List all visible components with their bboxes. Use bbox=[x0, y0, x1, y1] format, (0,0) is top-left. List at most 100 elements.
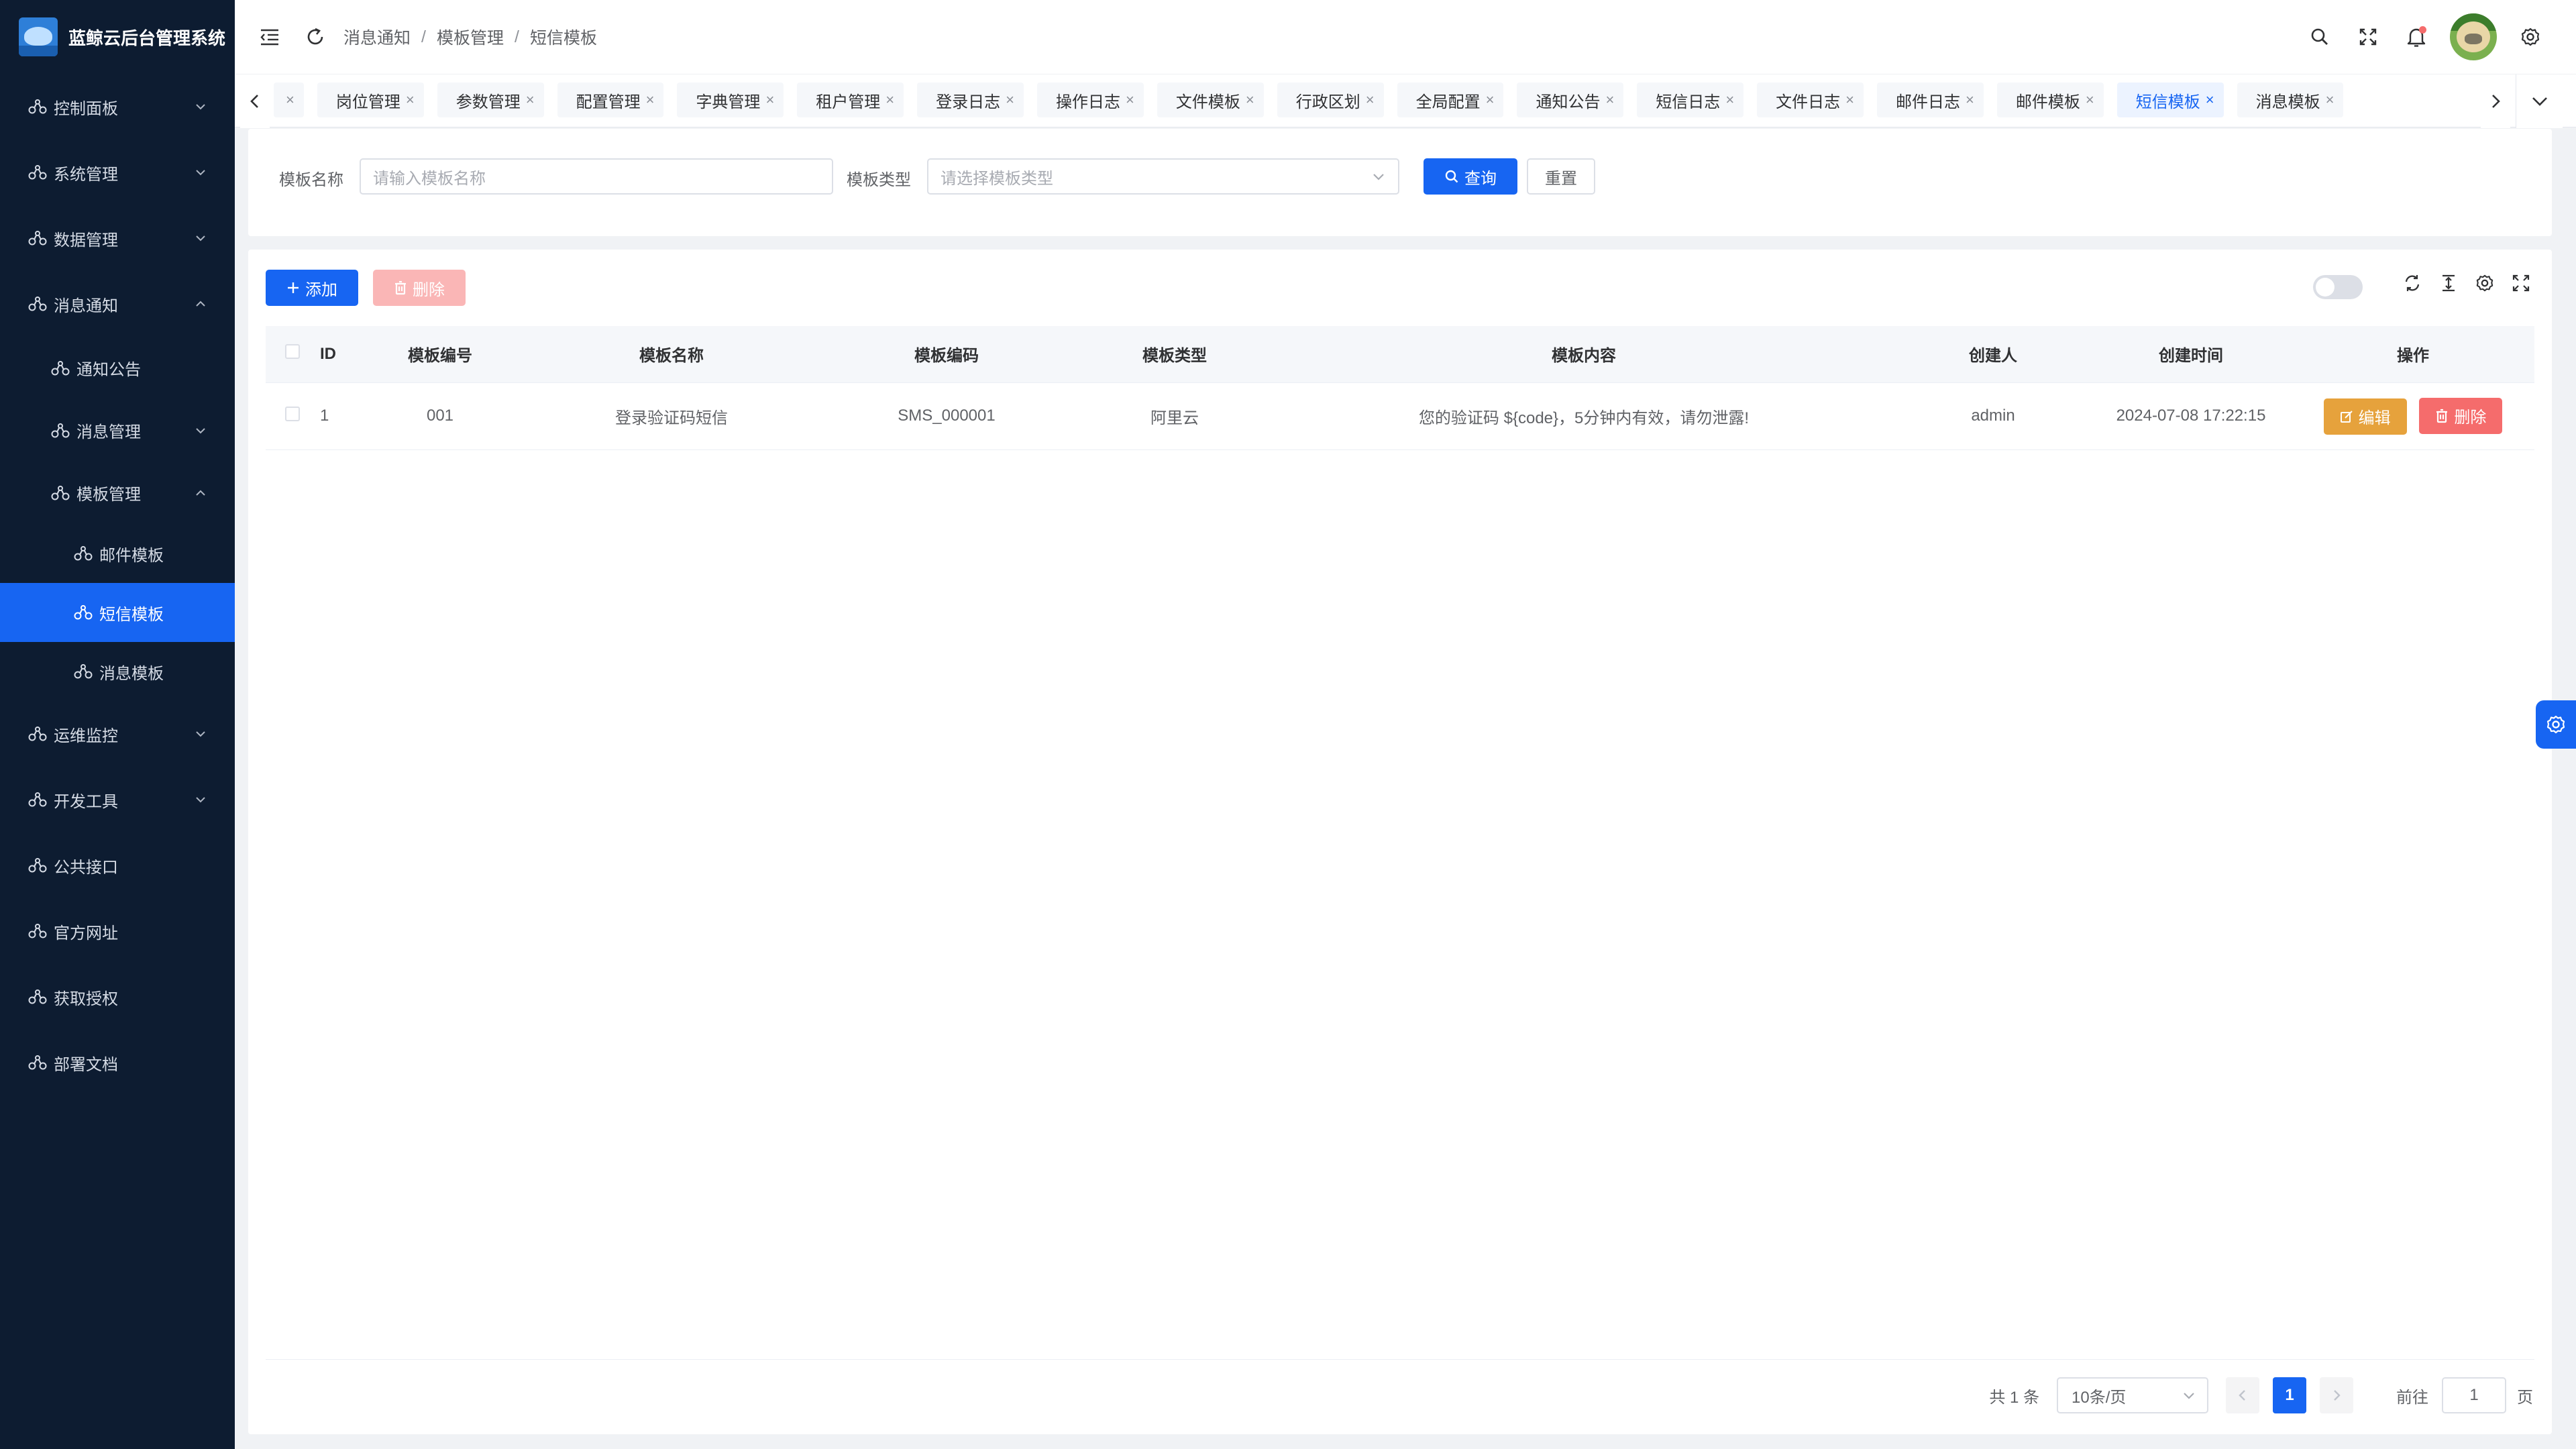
settings-gear-icon[interactable] bbox=[2517, 23, 2544, 50]
close-icon[interactable]: × bbox=[2086, 91, 2094, 109]
next-page-button[interactable] bbox=[2320, 1377, 2353, 1413]
col-template-name: 模板名称 bbox=[527, 326, 816, 383]
breadcrumb-item[interactable]: 模板管理 bbox=[437, 25, 504, 49]
col-created-time: 创建时间 bbox=[2090, 326, 2292, 383]
template-type-label: 模板类型 bbox=[847, 171, 911, 189]
close-icon[interactable]: × bbox=[286, 91, 294, 109]
collapse-menu-icon[interactable] bbox=[256, 23, 283, 50]
select-all-checkbox[interactable] bbox=[266, 326, 319, 383]
tab[interactable]: 全局配置 × bbox=[1397, 83, 1504, 117]
sidebar-item[interactable]: 模板管理 bbox=[0, 462, 235, 524]
tabs-scroll-right-icon[interactable] bbox=[2481, 74, 2510, 128]
sidebar-item[interactable]: 短信模板 bbox=[0, 583, 235, 642]
add-button[interactable]: 添加 bbox=[266, 270, 358, 306]
tab[interactable]: 消息模板 × bbox=[2237, 83, 2344, 117]
close-icon[interactable]: × bbox=[1246, 91, 1254, 109]
sidebar-item[interactable]: 官方网址 bbox=[0, 898, 235, 964]
tab[interactable]: 字典管理 × bbox=[677, 83, 784, 117]
sidebar-item[interactable]: 获取授权 bbox=[0, 964, 235, 1030]
tab[interactable]: 邮件模板 × bbox=[1996, 83, 2104, 117]
sidebar-item[interactable]: 数据管理 bbox=[0, 205, 235, 271]
close-icon[interactable]: × bbox=[1966, 91, 1974, 109]
template-type-select[interactable]: 请选择模板类型 bbox=[927, 158, 1399, 195]
close-icon[interactable]: × bbox=[1486, 91, 1495, 109]
tabs-bar: × 岗位管理 × 参数管理 × 配置管理 × 字典管理 × 租户管理 × 登录日志 × 操作日志 × 文件模板… bbox=[235, 74, 2576, 128]
tab[interactable]: 配置管理 × bbox=[557, 83, 664, 117]
close-icon[interactable]: × bbox=[1006, 91, 1014, 109]
batch-delete-button[interactable]: 删除 bbox=[373, 270, 466, 306]
page-size-select[interactable]: 10条/页 bbox=[2057, 1377, 2208, 1413]
close-icon[interactable]: × bbox=[765, 91, 774, 109]
reset-button[interactable]: 重置 bbox=[1527, 158, 1595, 195]
close-icon[interactable]: × bbox=[885, 91, 894, 109]
notification-bell-icon[interactable] bbox=[2403, 23, 2430, 50]
sidebar-item[interactable]: 部署文档 bbox=[0, 1030, 235, 1095]
menu-bicycle-icon bbox=[51, 359, 70, 378]
cell-creator: admin bbox=[1896, 382, 2090, 450]
menu-bicycle-icon bbox=[28, 229, 47, 248]
delete-button[interactable]: 删除 bbox=[2419, 397, 2503, 434]
breadcrumb-item[interactable]: 消息通知 bbox=[343, 25, 411, 49]
edit-button[interactable]: 编辑 bbox=[2323, 398, 2407, 435]
cell-operations: 编辑 删除 bbox=[2292, 382, 2534, 450]
query-button[interactable]: 查询 bbox=[1424, 158, 1517, 195]
cell-template-code: SMS_000001 bbox=[816, 382, 1077, 450]
sidebar-item[interactable]: 公共接口 bbox=[0, 833, 235, 898]
tabs-dropdown-icon[interactable] bbox=[2516, 74, 2563, 128]
tabs-scroll-left-icon[interactable] bbox=[240, 74, 270, 128]
close-icon[interactable]: × bbox=[526, 91, 535, 109]
logo-area[interactable]: 蓝鲸云后台管理系统 bbox=[0, 0, 235, 74]
column-height-icon[interactable] bbox=[2435, 270, 2462, 297]
row-checkbox[interactable] bbox=[266, 382, 319, 450]
close-icon[interactable]: × bbox=[1126, 91, 1134, 109]
tab[interactable]: 文件日志 × bbox=[1757, 83, 1864, 117]
close-icon[interactable]: × bbox=[406, 91, 415, 109]
goto-page-input[interactable]: 1 bbox=[2442, 1377, 2506, 1413]
sidebar-item[interactable]: 消息模板 bbox=[0, 642, 235, 701]
close-icon[interactable]: × bbox=[2326, 91, 2334, 109]
sidebar-item[interactable]: 邮件模板 bbox=[0, 524, 235, 583]
template-name-input[interactable]: 请输入模板名称 bbox=[360, 158, 833, 195]
sidebar-item[interactable]: 通知公告 bbox=[0, 337, 235, 399]
close-icon[interactable]: × bbox=[1605, 91, 1614, 109]
fullscreen-icon[interactable] bbox=[2355, 23, 2381, 50]
sidebar-item-label: 数据管理 bbox=[54, 231, 118, 250]
theme-settings-icon[interactable] bbox=[2536, 700, 2576, 749]
tab[interactable]: 登录日志 × bbox=[917, 83, 1024, 117]
tab[interactable]: 短信日志 × bbox=[1637, 83, 1744, 117]
header-actions bbox=[2285, 13, 2544, 60]
sidebar-item[interactable]: 消息管理 bbox=[0, 399, 235, 462]
tab[interactable]: 岗位管理 × bbox=[317, 83, 424, 117]
prev-page-button[interactable] bbox=[2226, 1377, 2259, 1413]
close-icon[interactable]: × bbox=[1845, 91, 1854, 109]
sidebar-menu: 控制面板 系统管理数据管理消息通知 通知公告 消息管理 模板管理 邮件模板 短信模板 消息模板… bbox=[0, 74, 235, 1095]
tab[interactable]: 参数管理 × bbox=[437, 83, 544, 117]
column-settings-icon[interactable] bbox=[2471, 270, 2498, 297]
sidebar-item[interactable]: 控制面板 bbox=[0, 74, 235, 140]
sidebar-item[interactable]: 开发工具 bbox=[0, 767, 235, 833]
tab[interactable]: 文件模板 × bbox=[1157, 83, 1264, 117]
sidebar-item[interactable]: 系统管理 bbox=[0, 140, 235, 205]
tab[interactable]: 邮件日志 × bbox=[1877, 83, 1984, 117]
search-icon bbox=[1444, 169, 1459, 184]
tab[interactable]: 操作日志 × bbox=[1037, 83, 1144, 117]
col-id: ID bbox=[319, 326, 353, 383]
refresh-table-icon[interactable] bbox=[2399, 270, 2426, 297]
close-icon[interactable]: × bbox=[1366, 91, 1375, 109]
refresh-icon[interactable] bbox=[302, 23, 329, 50]
close-icon[interactable]: × bbox=[2206, 91, 2214, 109]
sidebar-item[interactable]: 消息通知 bbox=[0, 271, 235, 337]
display-toggle-switch[interactable] bbox=[2313, 275, 2363, 299]
user-avatar[interactable] bbox=[2450, 13, 2497, 60]
close-icon[interactable]: × bbox=[646, 91, 655, 109]
tab[interactable]: 行政区划 × bbox=[1277, 83, 1384, 117]
search-icon[interactable] bbox=[2306, 23, 2333, 50]
tab-active[interactable]: 短信模板 × bbox=[2116, 83, 2224, 117]
table-fullscreen-icon[interactable] bbox=[2508, 270, 2534, 297]
sidebar-item[interactable]: 运维监控 bbox=[0, 701, 235, 767]
close-icon[interactable]: × bbox=[1725, 91, 1734, 109]
tab[interactable]: 租户管理 × bbox=[797, 83, 904, 117]
tab[interactable]: × bbox=[274, 83, 304, 117]
tab[interactable]: 通知公告 × bbox=[1517, 83, 1624, 117]
page-number-current[interactable]: 1 bbox=[2273, 1377, 2306, 1413]
